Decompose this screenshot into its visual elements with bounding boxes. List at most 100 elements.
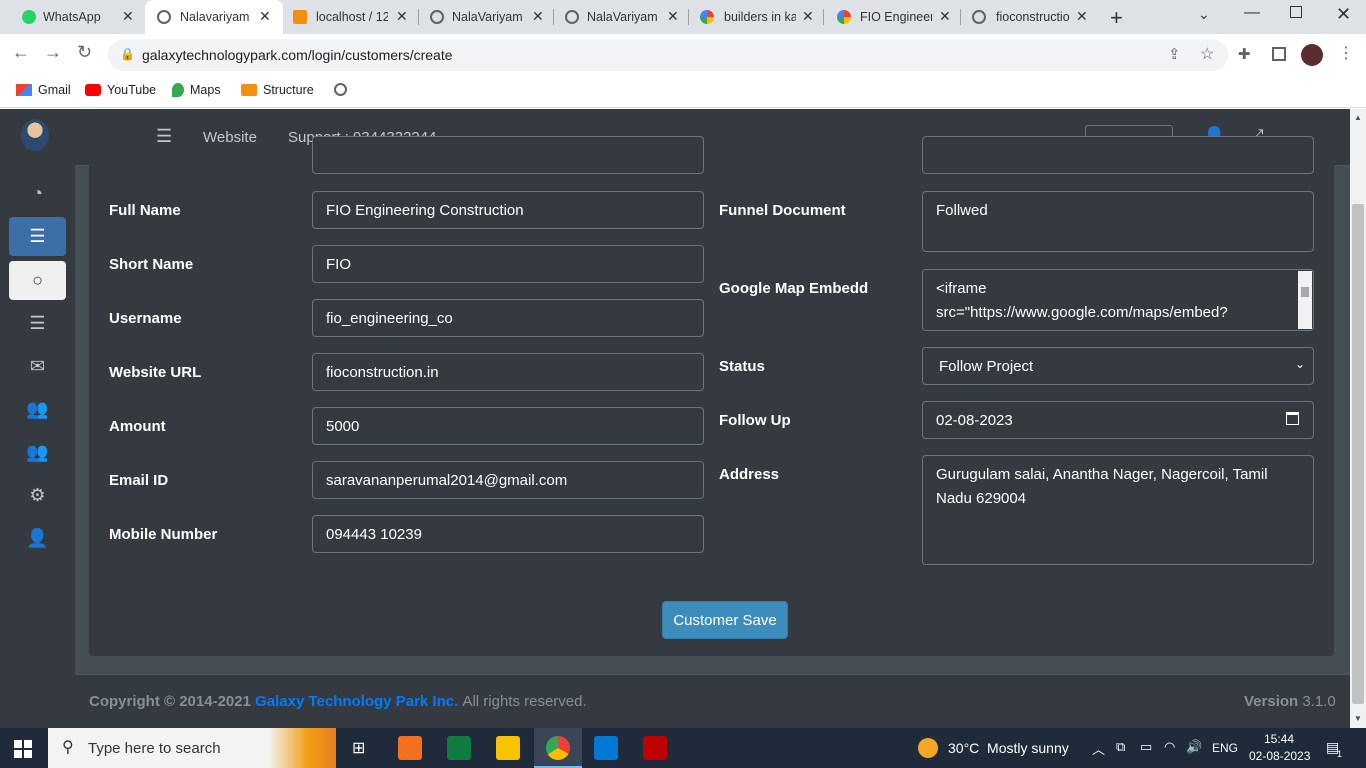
tab-fio-engineering[interactable]: FIO Engineeri ✕ (823, 0, 960, 34)
tab-fioconstruction[interactable]: fioconstructio ✕ (960, 0, 1097, 34)
close-icon[interactable]: ✕ (532, 8, 544, 25)
wifi-icon[interactable]: ◠ (1164, 739, 1175, 755)
google-map-line2: src="https://www.google.com/maps/embed? (936, 304, 1228, 321)
tab-whatsapp[interactable]: WhatsApp ✕ (0, 0, 145, 34)
hamburger-menu-icon[interactable]: ☰ (156, 126, 172, 147)
close-icon[interactable]: ✕ (1076, 8, 1088, 25)
bookmark-star-icon[interactable]: ☆ (1200, 44, 1214, 64)
tab-label: fioconstructio (996, 10, 1070, 24)
tab-label: builders in ka (724, 10, 796, 24)
new-tab-button[interactable]: + (1110, 5, 1123, 31)
close-icon[interactable]: ✕ (667, 8, 679, 25)
lock-icon: 🔒 (120, 47, 135, 61)
minimize-button[interactable]: — (1244, 4, 1260, 22)
tasks-icon[interactable]: ☰ (9, 304, 66, 343)
weather-text[interactable]: 30°C Mostly sunny (948, 740, 1069, 756)
task-view-icon[interactable]: ⊞ (352, 738, 365, 758)
tab-nalavariyam-2[interactable]: NalaVariyam ✕ (418, 0, 553, 34)
bookmark-gmail[interactable]: Gmail (16, 83, 71, 97)
tab-builders[interactable]: builders in ka ✕ (688, 0, 823, 34)
vscode-icon[interactable] (594, 736, 618, 760)
customer-save-button[interactable]: Customer Save (662, 601, 788, 639)
users-icon[interactable]: 👥 (9, 390, 66, 429)
whatsapp-icon (22, 10, 36, 24)
email-input[interactable]: saravananperumal2014@gmail.com (312, 461, 704, 499)
google-map-textarea[interactable]: <iframe src="https://www.google.com/maps… (922, 269, 1314, 331)
page-scrollbar[interactable]: ▲ ▼ (1350, 109, 1366, 728)
funnel-document-textarea[interactable]: Follwed (922, 191, 1314, 252)
user-avatar[interactable] (21, 119, 49, 151)
close-icon[interactable]: ✕ (259, 8, 271, 25)
clock-date[interactable]: 02-08-2023 (1249, 749, 1310, 763)
battery-icon[interactable]: ▭ (1140, 739, 1152, 755)
close-icon[interactable]: ✕ (122, 8, 134, 25)
status-select[interactable]: Follow Project ⌄ (922, 347, 1314, 385)
company-link[interactable]: Galaxy Technology Park Inc. (255, 693, 458, 710)
website-url-input[interactable]: fioconstruction.in (312, 353, 704, 391)
amount-input[interactable]: 5000 (312, 407, 704, 445)
close-icon[interactable]: ✕ (939, 8, 951, 25)
filezilla-icon[interactable] (643, 736, 667, 760)
funnel-document-label: Funnel Document (719, 202, 846, 219)
dashboard-icon[interactable]: ◔ (9, 174, 66, 213)
tab-localhost[interactable]: localhost / 12 ✕ (283, 0, 418, 34)
partial-input-right[interactable] (922, 136, 1314, 174)
bookmark-globe[interactable] (334, 83, 347, 96)
google-map-label: Google Map Embedd (719, 280, 869, 297)
mobile-number-input[interactable]: 094443 10239 (312, 515, 704, 553)
sidepanel-icon[interactable] (1272, 47, 1286, 61)
group-icon[interactable]: 👥 (9, 433, 66, 472)
website-link[interactable]: Website (203, 129, 257, 146)
tab-nalavariyam[interactable]: Nalavariyam ✕ (145, 0, 283, 34)
taskbar-search-box[interactable]: ⚲ Type here to search (48, 728, 336, 768)
reload-button[interactable]: ↻ (77, 42, 92, 63)
calendar-icon[interactable] (1286, 412, 1299, 425)
full-name-input[interactable]: FIO Engineering Construction (312, 191, 704, 229)
textarea-scroll-thumb[interactable] (1301, 287, 1309, 297)
menu-kebab-icon[interactable]: ⋮ (1338, 43, 1354, 63)
list-icon-active[interactable]: ☰ (9, 217, 66, 256)
close-window-button[interactable]: ✕ (1336, 4, 1351, 25)
close-icon[interactable]: ✕ (802, 8, 814, 25)
chrome-taskbar-active[interactable] (534, 728, 582, 768)
search-icon: ⚲ (62, 739, 74, 756)
profile-avatar[interactable] (1301, 44, 1323, 66)
scroll-up-arrow[interactable]: ▲ (1354, 113, 1362, 122)
omnibox[interactable]: 🔒 galaxytechnologypark.com/login/custome… (108, 39, 1228, 71)
url-text[interactable]: galaxytechnologypark.com/login/customers… (142, 47, 453, 63)
bookmark-maps[interactable]: Maps (172, 83, 221, 97)
tab-search-icon[interactable]: ⌄ (1198, 6, 1210, 23)
circle-icon[interactable]: ○ (9, 261, 66, 300)
windows-start-icon[interactable] (14, 740, 32, 758)
close-icon[interactable]: ✕ (396, 8, 408, 25)
address-textarea[interactable]: Gurugulam salai, Anantha Nager, Nagercoi… (922, 455, 1314, 565)
bookmark-structure[interactable]: Structure (241, 83, 314, 97)
user-icon[interactable]: 👤 (9, 519, 66, 558)
weather-icon[interactable] (918, 738, 938, 758)
restore-button[interactable] (1290, 6, 1302, 18)
back-button[interactable]: ← (12, 42, 30, 63)
meet-now-icon[interactable]: ⧉ (1116, 739, 1125, 755)
page-scroll-thumb[interactable] (1352, 204, 1364, 704)
follow-up-date-input[interactable]: 02-08-2023 (922, 401, 1314, 439)
partial-input-left[interactable] (312, 136, 704, 174)
envelope-icon[interactable]: ✉ (9, 347, 66, 386)
language-indicator[interactable]: ENG (1212, 741, 1238, 755)
status-label: Status (719, 358, 765, 375)
share-icon[interactable]: ⇪ (1168, 45, 1181, 63)
short-name-input[interactable]: FIO (312, 245, 704, 283)
chevron-up-icon[interactable]: ︿ (1092, 739, 1105, 758)
clock-time[interactable]: 15:44 (1264, 732, 1294, 746)
bookmark-youtube[interactable]: YouTube (85, 83, 156, 97)
tab-nalavariyam-3[interactable]: NalaVariyam ✕ (553, 0, 688, 34)
volume-icon[interactable]: 🔊 (1186, 739, 1202, 755)
extensions-icon[interactable]: ✚ (1238, 45, 1251, 63)
scroll-down-arrow[interactable]: ▼ (1354, 714, 1362, 723)
forward-button[interactable]: → (44, 42, 62, 63)
textarea-scrollbar[interactable] (1298, 271, 1312, 329)
spreadsheet-icon[interactable] (447, 736, 471, 760)
username-input[interactable]: fio_engineering_co (312, 299, 704, 337)
settings-gear-icon[interactable]: ⚙ (9, 476, 66, 515)
xampp-icon[interactable] (398, 736, 422, 760)
file-explorer-icon[interactable] (496, 736, 520, 760)
